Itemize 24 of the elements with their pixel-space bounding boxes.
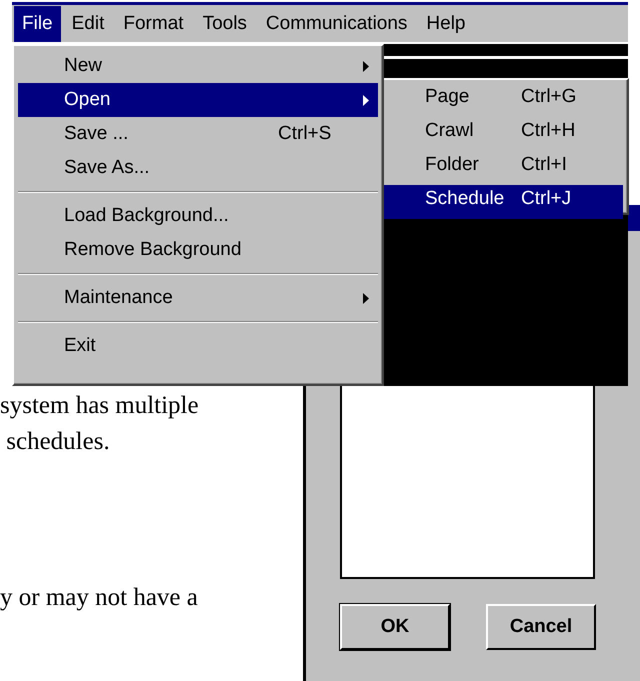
- shortcut-label: Ctrl+H: [521, 120, 576, 142]
- menu-item[interactable]: Save ... Ctrl+S: [18, 117, 378, 151]
- menu-item[interactable]: Maintenance: [18, 281, 378, 315]
- menu-item[interactable]: File: [14, 6, 61, 42]
- shortcut-label: Ctrl+G: [521, 86, 578, 108]
- menu-item[interactable]: Exit: [18, 329, 378, 363]
- shortcut-label: Ctrl+J: [521, 188, 572, 210]
- ok-button[interactable]: OK: [340, 604, 450, 650]
- menu-item[interactable]: New: [18, 49, 378, 83]
- menu-item[interactable]: Save As...: [18, 151, 378, 185]
- menu-item[interactable]: Edit: [64, 6, 112, 42]
- body-text: schedules.: [5, 427, 110, 457]
- menu-item[interactable]: Format: [115, 6, 192, 42]
- shortcut-label: Ctrl+I: [521, 154, 568, 176]
- body-text: y or may not have a: [0, 583, 198, 613]
- body-text: system has multiple: [0, 391, 199, 421]
- menu-item[interactable]: Open: [18, 83, 378, 117]
- menu-item[interactable]: Load Background...: [18, 199, 378, 233]
- menu-item[interactable]: Help: [418, 6, 474, 42]
- cancel-button[interactable]: Cancel: [486, 604, 596, 650]
- menu-item[interactable]: Tools: [194, 6, 255, 42]
- shortcut-label: Ctrl+S: [278, 123, 332, 145]
- menu-item[interactable]: Remove Background: [18, 233, 378, 267]
- menu-item[interactable]: Communications: [258, 6, 416, 42]
